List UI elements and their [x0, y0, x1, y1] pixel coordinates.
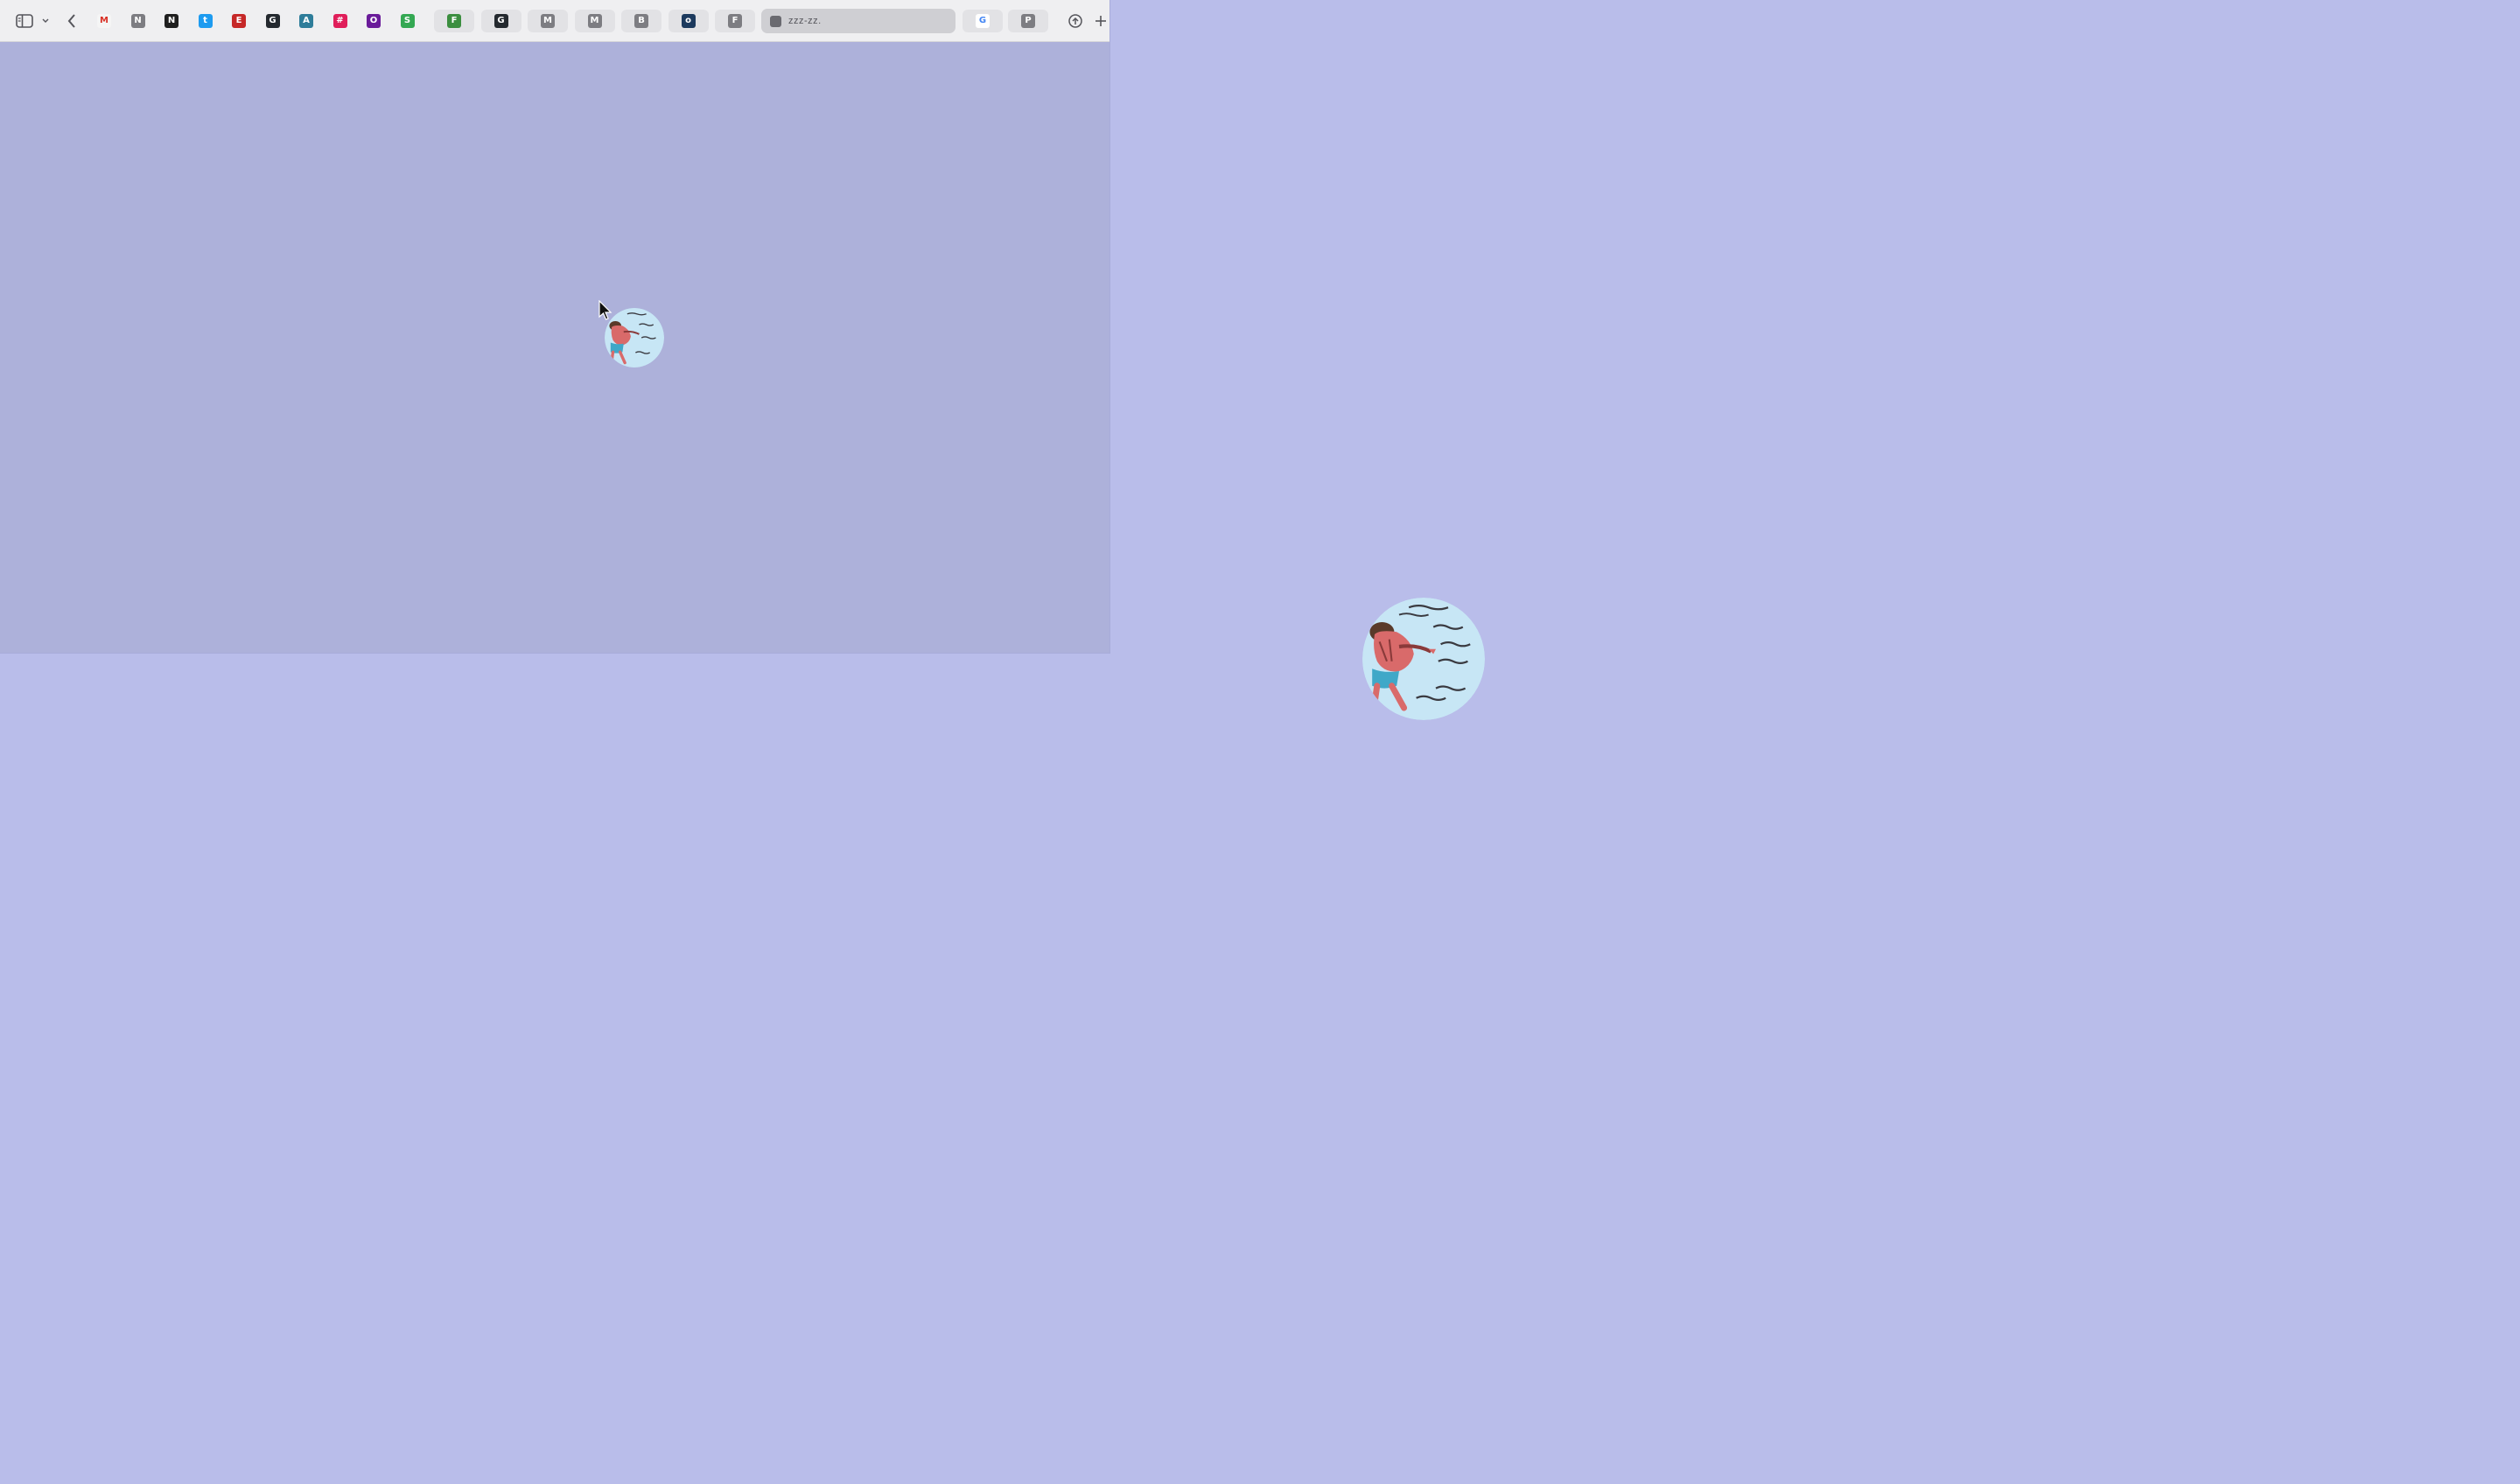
tab-doc[interactable]: B [621, 10, 662, 32]
tab-chart[interactable]: A [295, 10, 318, 32]
tab-twitter[interactable]: t [194, 10, 217, 32]
green-app-icon: S [400, 14, 415, 28]
feather-icon: F [447, 14, 461, 28]
mouse-pointer-icon [598, 299, 612, 321]
browser-toolbar: M N Nt E G A # O S F G M M Bo F zzz-zz. G P [0, 0, 1110, 42]
tab-github[interactable]: G [262, 10, 284, 32]
sidebar-icon[interactable] [14, 10, 35, 32]
address-text: zzz-zz. [788, 16, 822, 26]
page-icon: M [541, 14, 555, 28]
share-button[interactable] [1066, 10, 1085, 32]
red-app-icon: E [232, 14, 246, 28]
diver-avatar-icon[interactable] [1362, 598, 1485, 720]
chevron-down-icon[interactable] [40, 10, 51, 32]
google-icon: G [976, 14, 990, 28]
new-tab-button[interactable] [1094, 10, 1108, 32]
tab-page[interactable]: F [715, 10, 755, 32]
page-icon: M [587, 14, 602, 28]
tab-feather[interactable]: F [434, 10, 474, 32]
browser-window: M N Nt E G A # O S F G M M Bo F zzz-zz. G P [0, 0, 1110, 653]
tab-page[interactable]: M [528, 10, 568, 32]
chart-icon: A [299, 14, 313, 28]
plus-icon [1096, 16, 1106, 26]
tab-green-app[interactable]: S [396, 10, 419, 32]
tab-purple-app[interactable]: O [362, 10, 385, 32]
site-favicon-icon [770, 15, 781, 27]
notion-dark-icon: N [164, 14, 178, 28]
purple-app-icon: O [367, 14, 381, 28]
share-icon [1068, 14, 1082, 28]
tab-google[interactable]: G [962, 10, 1003, 32]
diver-avatar-icon[interactable] [605, 308, 664, 368]
tab-red-app[interactable]: E [228, 10, 250, 32]
page-icon: F [728, 14, 742, 28]
tab-notion[interactable]: N [127, 10, 150, 32]
slack-icon: # [332, 14, 347, 28]
tab-slack[interactable]: # [329, 10, 352, 32]
tab-globe[interactable]: o [668, 10, 709, 32]
chevron-left-icon [67, 14, 75, 28]
address-bar[interactable]: zzz-zz. [761, 9, 956, 33]
doc-icon: B [634, 14, 648, 28]
globe-icon: o [681, 14, 696, 28]
page-icon: P [1021, 14, 1035, 28]
back-button[interactable] [63, 10, 80, 32]
desktop: M N Nt E G A # O S F G M M Bo F zzz-zz. G P [0, 0, 2520, 1484]
tab-page[interactable]: P [1008, 10, 1048, 32]
tab-notion-dark[interactable]: N [160, 10, 183, 32]
notion-icon: N [130, 14, 145, 28]
gmail-icon: M [97, 14, 111, 28]
github-icon: G [494, 14, 508, 28]
tab-gmail[interactable]: M [93, 10, 116, 32]
tab-github[interactable]: G [480, 10, 522, 32]
tab-page[interactable]: M [574, 10, 615, 32]
twitter-icon: t [198, 14, 213, 28]
github-icon: G [265, 14, 280, 28]
